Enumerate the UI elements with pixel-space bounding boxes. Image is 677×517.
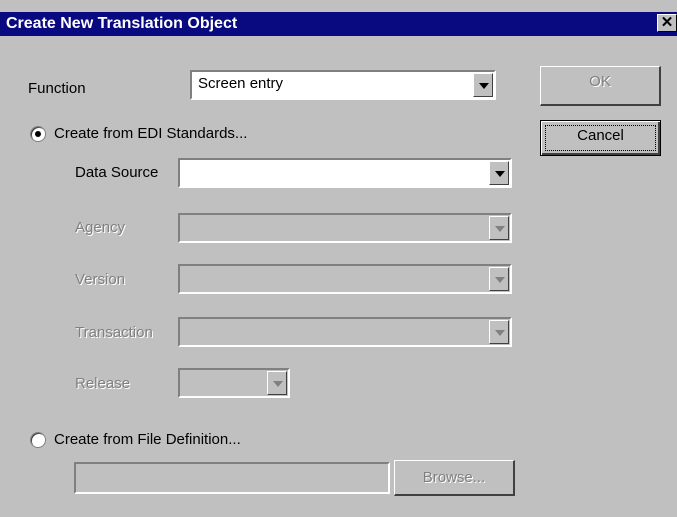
data-source-label: Data Source bbox=[75, 164, 159, 181]
title-bar: Create New Translation Object ✕ bbox=[0, 12, 677, 36]
edi-standards-label[interactable]: Create from EDI Standards... bbox=[54, 125, 247, 142]
edi-standards-radio[interactable] bbox=[30, 126, 46, 142]
file-definition-label[interactable]: Create from File Definition... bbox=[54, 431, 241, 448]
chevron-down-icon[interactable] bbox=[489, 320, 509, 344]
chevron-down-icon[interactable] bbox=[489, 216, 509, 240]
chevron-down-icon[interactable] bbox=[489, 161, 509, 185]
file-definition-radio[interactable] bbox=[30, 432, 46, 448]
radio-selected-dot bbox=[35, 131, 41, 137]
chevron-down-icon[interactable] bbox=[267, 371, 287, 395]
browse-button-label: Browse... bbox=[422, 469, 486, 486]
chevron-down-icon[interactable] bbox=[489, 267, 509, 291]
agency-select[interactable] bbox=[178, 213, 512, 243]
close-button[interactable]: ✕ bbox=[657, 14, 677, 32]
browse-button[interactable]: Browse... bbox=[394, 460, 515, 496]
ok-button[interactable]: OK bbox=[540, 66, 661, 106]
function-select[interactable]: Screen entry bbox=[190, 70, 496, 100]
focus-rect bbox=[545, 125, 656, 151]
agency-label: Agency bbox=[75, 219, 126, 236]
version-label: Version bbox=[75, 271, 126, 288]
function-select-value: Screen entry bbox=[198, 75, 284, 92]
version-select[interactable] bbox=[178, 264, 512, 294]
file-definition-path-input[interactable] bbox=[74, 462, 390, 494]
chevron-down-icon[interactable] bbox=[473, 73, 493, 97]
transaction-label: Transaction bbox=[75, 324, 153, 341]
dialog-title: Create New Translation Object bbox=[6, 15, 238, 32]
function-label: Function bbox=[28, 80, 86, 97]
release-select[interactable] bbox=[178, 368, 290, 398]
create-translation-dialog: Create New Translation Object ✕ Function… bbox=[0, 0, 677, 517]
transaction-select[interactable] bbox=[178, 317, 512, 347]
close-icon: ✕ bbox=[660, 14, 674, 31]
data-source-select[interactable] bbox=[178, 158, 512, 188]
cancel-button[interactable]: Cancel bbox=[540, 120, 661, 156]
release-label: Release bbox=[75, 375, 131, 392]
ok-button-label: OK bbox=[589, 73, 611, 90]
